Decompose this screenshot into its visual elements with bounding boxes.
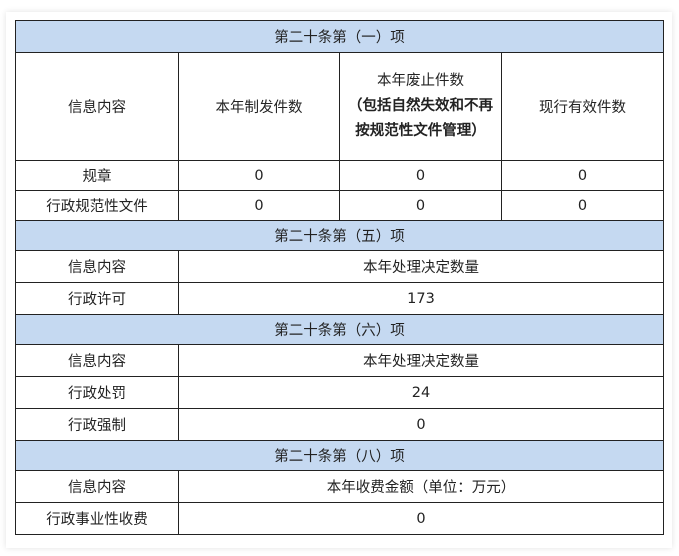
section-header: 第二十条第（八）项 — [15, 440, 664, 471]
table-row: 行政强制 0 — [15, 408, 664, 441]
table-row: 行政事业性收费 0 — [15, 502, 664, 535]
cell-value: 0 — [178, 190, 340, 221]
table-row: 行政许可 173 — [15, 282, 664, 315]
row-label: 行政处罚 — [15, 376, 179, 409]
table-row: 行政规范性文件 0 0 0 — [15, 190, 664, 221]
header-info-content: 信息内容 — [15, 470, 179, 503]
header-value: 本年收费金额（单位：万元） — [178, 470, 664, 503]
table-row: 行政处罚 24 — [15, 376, 664, 409]
cell-value: 0 — [178, 160, 340, 191]
cell-value: 24 — [178, 376, 664, 409]
header-info-content: 信息内容 — [15, 52, 179, 161]
section-header: 第二十条第（五）项 — [15, 220, 664, 251]
section-title: 第二十条第（八）项 — [15, 440, 664, 471]
section-title: 第二十条第（五）项 — [15, 220, 664, 251]
header-repealed-title: 本年废止件数 — [377, 73, 464, 89]
cell-value: 0 — [339, 160, 502, 191]
table-row: 规章 0 0 0 — [15, 160, 664, 191]
header-info-content: 信息内容 — [15, 344, 179, 377]
cell-value: 0 — [339, 190, 502, 221]
header-valid-count: 现行有效件数 — [501, 52, 664, 161]
header-repealed-note: （包括自然失效和不再按规范性文件管理） — [348, 98, 493, 139]
column-header-row: 信息内容 本年处理决定数量 — [15, 250, 664, 283]
column-header-row: 信息内容 本年制发件数 本年废止件数 （包括自然失效和不再按规范性文件管理） 现… — [15, 52, 664, 161]
column-header-row: 信息内容 本年收费金额（单位：万元） — [15, 470, 664, 503]
header-info-content: 信息内容 — [15, 250, 179, 283]
row-label: 规章 — [15, 160, 179, 191]
row-label: 行政规范性文件 — [15, 190, 179, 221]
cell-value: 0 — [501, 160, 664, 191]
cell-value: 0 — [501, 190, 664, 221]
cell-value: 173 — [178, 282, 664, 315]
header-repealed-count: 本年废止件数 （包括自然失效和不再按规范性文件管理） — [339, 52, 502, 161]
row-label: 行政强制 — [15, 408, 179, 441]
header-value: 本年处理决定数量 — [178, 344, 664, 377]
section-header: 第二十条第（六）项 — [15, 314, 664, 345]
disclosure-table: 第二十条第（一）项 信息内容 本年制发件数 本年废止件数 （包括自然失效和不再按… — [15, 20, 664, 535]
cell-value: 0 — [178, 502, 664, 535]
section-header: 第二十条第（一）项 — [15, 20, 664, 53]
section-title: 第二十条第（六）项 — [15, 314, 664, 345]
section-title: 第二十条第（一）项 — [15, 20, 664, 53]
column-header-row: 信息内容 本年处理决定数量 — [15, 344, 664, 377]
header-issued-count: 本年制发件数 — [178, 52, 340, 161]
cell-value: 0 — [178, 408, 664, 441]
row-label: 行政许可 — [15, 282, 179, 315]
header-value: 本年处理决定数量 — [178, 250, 664, 283]
row-label: 行政事业性收费 — [15, 502, 179, 535]
